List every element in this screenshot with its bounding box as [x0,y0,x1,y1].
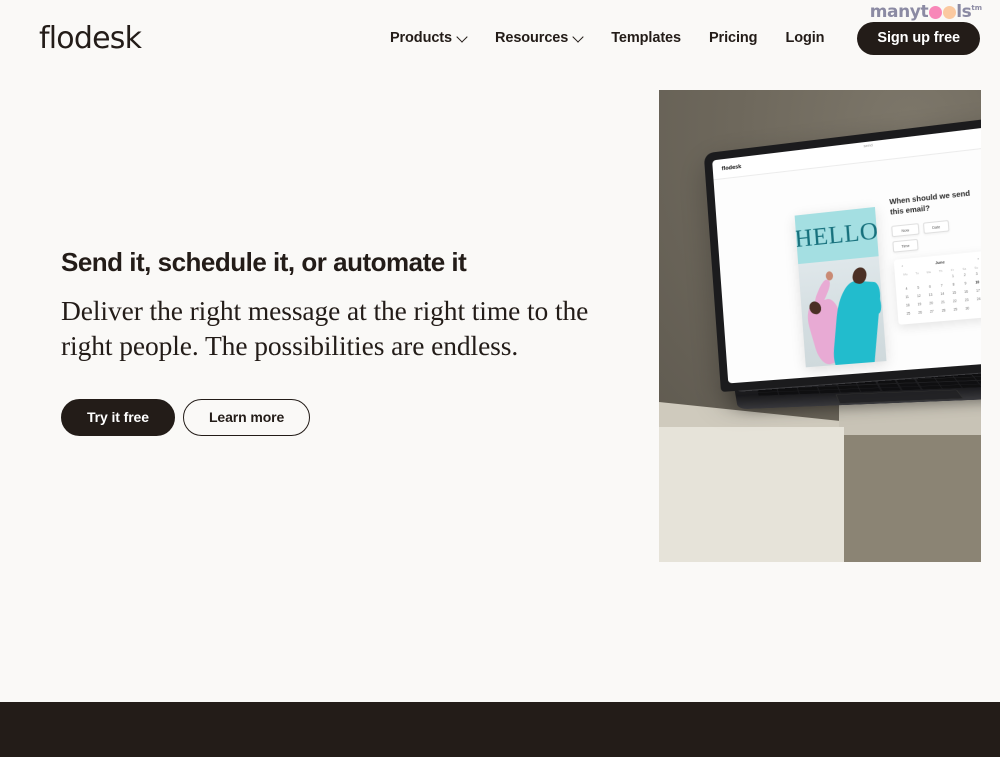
email-headline: HELLO [795,207,879,264]
photo-person-teal [832,280,881,367]
calendar-day-grid: 1 2 3 4 5 6 7 8 9 10 11 12 13 14 15 16 17 18 19 20 21 22 23 24 2… [900,271,981,319]
calendar-day-cell[interactable]: 19 [914,301,925,309]
photo-hand [825,271,833,281]
calendar-day-cell[interactable]: 23 [961,297,972,305]
calendar-day-cell[interactable]: 10 [972,279,981,287]
calendar-day-cell[interactable]: 20 [926,300,937,308]
calendar-day-cell[interactable]: 3 [971,271,981,279]
sign-up-free-button[interactable]: Sign up free [857,22,980,55]
calendar-day-blank [912,276,923,284]
calendar-day-cell[interactable]: 16 [960,289,971,297]
calendar-prev-icon[interactable]: ‹ [902,265,904,269]
hero-actions: Try it free Learn more [61,399,606,436]
nav-item-products-label: Products [390,30,452,46]
calendar-day-cell[interactable]: 18 [902,302,913,310]
calendar-month-label: June [935,261,945,266]
calendar-day-cell[interactable]: 1 [947,273,958,281]
scheduler-chip-date[interactable]: Date [923,220,950,234]
nav-item-login-label: Login [785,30,824,46]
try-it-free-button[interactable]: Try it free [61,399,175,436]
nav-item-templates-label: Templates [611,30,681,46]
desk-right-face [844,435,981,562]
calendar-day-cell[interactable]: 21 [937,299,948,307]
hero-section: Send it, schedule it, or automate it Del… [0,76,1000,702]
scheduler-question: When should we send this email? [889,188,974,217]
watermark-peach-dot-icon [943,6,956,19]
calendar-day-cell[interactable]: 12 [913,293,924,301]
watermark-pink-dot-icon [929,6,942,19]
calendar-day-cell[interactable]: 7 [936,282,947,290]
hero-laptop-image: flodesk send HELLO When should we send t… [659,90,981,562]
watermark-tm: tm [971,5,982,12]
calendar-day-blank [924,275,935,283]
calendar-day-cell[interactable]: 22 [949,298,960,306]
hero-copy: Send it, schedule it, or automate it Del… [61,246,606,436]
nav-item-resources-label: Resources [495,30,568,46]
calendar-day-blank [936,274,947,282]
calendar-day-cell[interactable]: 8 [948,281,959,289]
nav-item-login[interactable]: Login [771,22,838,54]
nav-item-templates[interactable]: Templates [597,22,695,54]
calendar-day-cell[interactable]: 11 [902,294,913,302]
laptop-lid: flodesk send HELLO When should we send t… [704,113,981,392]
watermark-text-before: manyt [870,4,929,21]
nav-item-resources[interactable]: Resources [481,22,597,54]
hero-subtitle: Deliver the right message at the right t… [61,293,606,363]
calendar-day-cell[interactable]: 25 [903,310,914,318]
main-navigation: Products Resources Templates Pricing Log… [376,22,980,55]
nav-item-products[interactable]: Products [376,22,481,54]
calendar-day-cell[interactable]: 26 [915,309,926,317]
email-photo [798,256,886,367]
calendar-day-cell[interactable]: 14 [937,291,948,299]
app-body: HELLO When should we send this email? No… [714,143,981,382]
calendar-day-cell[interactable]: 9 [960,280,971,288]
chevron-down-icon [458,32,467,41]
scheduler-panel: When should we send this email? Now Date… [889,182,981,325]
calendar-next-icon[interactable]: › [977,257,979,261]
email-preview-card: HELLO [795,207,887,367]
calendar-day-blank [900,277,911,285]
calendar-day-cell[interactable]: 27 [926,308,937,316]
laptop-screen: flodesk send HELLO When should we send t… [712,122,981,383]
scheduler-chip-now[interactable]: Now [891,224,919,238]
calendar-day-cell[interactable]: 30 [962,305,973,313]
footer-section [0,702,1000,757]
site-header: flodesk Products Resources Templates Pri… [0,0,1000,76]
calendar-day-cell[interactable]: 6 [924,284,935,292]
brand-logo[interactable]: flodesk [39,21,141,56]
hero-title: Send it, schedule it, or automate it [61,246,606,279]
calendar-day-cell[interactable]: 15 [949,290,960,298]
nav-item-pricing-label: Pricing [709,30,757,46]
calendar-day-cell[interactable]: 13 [925,292,936,300]
calendar-day-cell[interactable]: 17 [972,288,981,296]
manytools-watermark: manyt ls tm [870,4,982,21]
calendar-day-cell[interactable]: 5 [913,285,924,293]
scheduler-calendar[interactable]: ‹ June › Mo Tu We Th Fr Sa Su 1 2 3 4 5 6 7 8 9 10 11 12 1… [894,251,981,325]
calendar-day-cell[interactable]: 4 [901,286,912,294]
calendar-day-cell[interactable]: 24 [973,296,981,304]
chevron-down-icon [574,32,583,41]
calendar-day-cell[interactable]: 2 [959,272,970,280]
scheduler-chip-time[interactable]: Time [892,239,918,253]
laptop: flodesk send HELLO When should we send t… [721,152,981,452]
app-brand-label: flodesk [721,163,741,171]
calendar-day-cell[interactable]: 29 [950,306,961,314]
watermark-text-after: ls [956,4,971,21]
nav-item-pricing[interactable]: Pricing [695,22,771,54]
learn-more-button[interactable]: Learn more [183,399,310,436]
scheduler-chips: Now Date Time [891,219,968,253]
app-section-label: send [863,142,872,148]
calendar-day-cell[interactable]: 28 [938,307,949,315]
